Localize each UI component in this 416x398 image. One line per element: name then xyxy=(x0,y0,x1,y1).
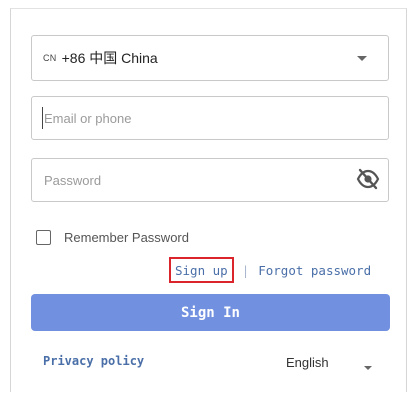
language-select[interactable]: English xyxy=(286,350,386,374)
country-select[interactable]: CN +86 中国 China xyxy=(31,35,389,81)
forgot-password-link[interactable]: Forgot password xyxy=(258,263,371,278)
password-field[interactable] xyxy=(31,158,389,202)
remember-label: Remember Password xyxy=(64,230,189,245)
country-label: +86 中国 China xyxy=(61,50,158,66)
country-code: CN xyxy=(43,53,57,63)
link-separator: | xyxy=(241,262,250,278)
chevron-down-icon xyxy=(364,366,372,370)
remember-checkbox[interactable] xyxy=(36,230,51,245)
signup-link[interactable]: Sign up xyxy=(169,257,234,283)
text-cursor xyxy=(42,107,43,129)
auth-links: Sign up | Forgot password xyxy=(169,257,371,283)
eye-off-icon[interactable] xyxy=(356,168,380,190)
sign-in-button[interactable]: Sign In xyxy=(31,294,390,331)
email-field[interactable] xyxy=(31,96,389,140)
chevron-down-icon xyxy=(357,56,367,61)
language-label: English xyxy=(286,354,329,370)
privacy-policy-link[interactable]: Privacy policy xyxy=(43,354,144,368)
